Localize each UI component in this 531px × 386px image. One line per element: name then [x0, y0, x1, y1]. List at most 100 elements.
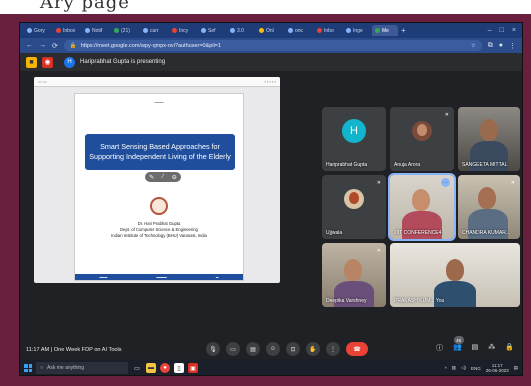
- pointer-icon[interactable]: ✎: [149, 174, 154, 181]
- tab-favicon-icon: [201, 28, 206, 33]
- record-icon[interactable]: ◉: [42, 56, 53, 68]
- present-button[interactable]: ⊡: [286, 342, 300, 356]
- participant-tile[interactable]: ✕ Deepika Varshney: [322, 243, 386, 307]
- viewer-toolbar-icons: ▪ ▪ ▪ ▪ ▪: [264, 79, 276, 84]
- reload-icon[interactable]: ⟳: [52, 42, 58, 50]
- browser-tab[interactable]: Inbox: [53, 25, 79, 36]
- extensions-icon[interactable]: ⧉: [488, 42, 493, 50]
- chrome-icon[interactable]: ●: [160, 363, 170, 373]
- taskbar-search[interactable]: ○ Ask me anything: [36, 362, 128, 374]
- task-view-icon[interactable]: ▭: [132, 363, 142, 373]
- presenter-avatar: H: [64, 56, 75, 68]
- activities-icon[interactable]: ⁂: [488, 343, 495, 353]
- meet-favicon-icon: [375, 28, 380, 33]
- screen-frame: Gory Inbox Notif (21) curr Incy Sef 3.0 …: [19, 22, 523, 376]
- side-panel-controls: ⓘ 👥 45 ▤ ⁂ 🔒: [436, 336, 514, 353]
- browser-tab[interactable]: onc: [285, 25, 311, 36]
- profile-icon[interactable]: ●: [499, 42, 503, 49]
- clock-date: 26-06-2023: [485, 368, 509, 373]
- browser-tab[interactable]: curr: [140, 25, 166, 36]
- emoji-button[interactable]: ☺: [266, 342, 280, 356]
- network-icon[interactable]: ▥: [452, 365, 456, 371]
- meet-header: ■ ◉ H Hariprabhat Gupta is presenting: [20, 53, 522, 71]
- raise-hand-button[interactable]: ✋: [306, 342, 320, 356]
- participant-tile[interactable]: PRAKASH KUM... You: [390, 243, 520, 307]
- participant-tile[interactable]: H Hariprabhat Gupta: [322, 107, 386, 171]
- participant-tile[interactable]: ⋯ JIIT CONFERENCE4: [388, 173, 456, 241]
- slide-author-block: Dr. Hari Prabhat Gupta Dept. of Computer…: [75, 221, 243, 239]
- host-controls-icon[interactable]: 🔒: [505, 343, 514, 353]
- slide-nav-controls[interactable]: ✎ ⁄ ⊖: [145, 172, 181, 182]
- participant-tile[interactable]: ✕ Ujjwala: [322, 175, 386, 239]
- tray-arrow-icon[interactable]: ^: [445, 366, 447, 371]
- maximize-icon[interactable]: □: [500, 27, 504, 34]
- file-explorer-icon[interactable]: ▬: [146, 363, 156, 373]
- browser-menu-icon[interactable]: ⋮: [509, 42, 516, 50]
- participant-tile[interactable]: SANGEETA MITTAL: [458, 107, 520, 171]
- person-head: [412, 189, 430, 211]
- viewer-toolbar-controls: ▭ ▭: [38, 79, 47, 84]
- browser-tab[interactable]: Incy: [169, 25, 195, 36]
- browser-tab[interactable]: Inbo: [314, 25, 340, 36]
- close-icon[interactable]: ×: [512, 27, 516, 34]
- people-icon[interactable]: 👥 45: [453, 336, 464, 353]
- participant-tile[interactable]: ✕ Anuja Arora: [390, 107, 454, 171]
- mic-muted-icon: ✕: [376, 248, 381, 254]
- bookmark-star-icon[interactable]: ☆: [471, 43, 476, 49]
- notifications-icon[interactable]: ▤: [514, 365, 518, 371]
- browser-tab[interactable]: Inge: [343, 25, 369, 36]
- person-head: [478, 187, 496, 209]
- tab-favicon-icon: [27, 28, 32, 33]
- browser-tab-bar: Gory Inbox Notif (21) curr Incy Sef 3.0 …: [20, 23, 522, 38]
- meeting-name: One Week FDP on AI Tools: [53, 347, 122, 353]
- pen-icon[interactable]: ⁄: [162, 174, 163, 180]
- slides-icon[interactable]: ■: [26, 56, 37, 68]
- browser-tab[interactable]: Sef: [198, 25, 224, 36]
- slide-footer-left: ▬▬▬: [99, 275, 108, 279]
- windows-taskbar: ○ Ask me anything ▭ ▬ ● ▯ ▣ ^ ▥ ◁) ENG 1…: [20, 359, 522, 375]
- more-options-button[interactable]: ⋮: [326, 342, 340, 356]
- browser-tab[interactable]: 3.0: [227, 25, 253, 36]
- windows-start-icon[interactable]: [24, 364, 32, 372]
- tab-favicon-icon: [85, 28, 90, 33]
- forward-icon[interactable]: →: [39, 42, 46, 49]
- shared-screen: ▭ ▭ ▪ ▪ ▪ ▪ ▪ ▬▬▬ Smart Sensing Based Ap…: [34, 77, 280, 283]
- camera-button[interactable]: ▭: [226, 342, 240, 356]
- participant-avatar: [344, 189, 364, 210]
- volume-icon[interactable]: ◁): [461, 365, 466, 371]
- new-tab-icon[interactable]: +: [401, 26, 406, 35]
- participant-tile[interactable]: ✕ CHANDRA KUMAR...: [458, 175, 520, 239]
- presenting-status: Hariprabhat Gupta is presenting: [80, 59, 166, 65]
- tab-favicon-icon: [114, 28, 119, 33]
- slide-footer-right: ▬: [215, 275, 219, 279]
- url-field[interactable]: 🔒 https://meet.google.com/wpy-qmpx-ovi?a…: [63, 40, 482, 51]
- browser-tab-active[interactable]: Me: [372, 25, 398, 36]
- microphone-button[interactable]: 🎙: [206, 342, 220, 356]
- slide-title-line1: Smart Sensing Based Approaches for: [100, 142, 220, 152]
- tab-favicon-icon: [317, 28, 322, 33]
- browser-tab[interactable]: Gory: [24, 25, 50, 36]
- captions-button[interactable]: ▤: [246, 342, 260, 356]
- document-icon[interactable]: ▯: [174, 363, 184, 373]
- browser-tab[interactable]: (21): [111, 25, 137, 36]
- clock[interactable]: 11:17 26-06-2023: [486, 363, 509, 374]
- back-icon[interactable]: ←: [26, 42, 33, 49]
- pdf-icon[interactable]: ▣: [188, 363, 198, 373]
- slide-footer-middle: ▬▬▬▬: [156, 275, 167, 279]
- browser-tab[interactable]: Onl: [256, 25, 282, 36]
- end-call-button[interactable]: ☎: [346, 342, 368, 356]
- person-head: [480, 119, 498, 141]
- more-options-icon[interactable]: ⋯: [441, 178, 450, 187]
- browser-tab[interactable]: Notif: [82, 25, 108, 36]
- participant-name: CHANDRA KUMAR...: [462, 230, 511, 236]
- language-indicator[interactable]: ENG: [471, 366, 481, 371]
- info-icon[interactable]: ⓘ: [436, 343, 443, 353]
- chat-icon[interactable]: ▤: [472, 343, 479, 353]
- minimize-icon[interactable]: –: [488, 27, 492, 34]
- zoom-icon[interactable]: ⊖: [172, 174, 177, 181]
- meeting-info: 11:17 AM | One Week FDP on AI Tools: [26, 347, 122, 353]
- participant-avatar: [412, 121, 432, 142]
- meeting-time: 11:17 AM: [26, 347, 50, 353]
- call-controls: 🎙 ▭ ▤ ☺ ⊡ ✋ ⋮ ☎: [206, 342, 368, 356]
- top-page-strip: Ary page: [0, 0, 531, 14]
